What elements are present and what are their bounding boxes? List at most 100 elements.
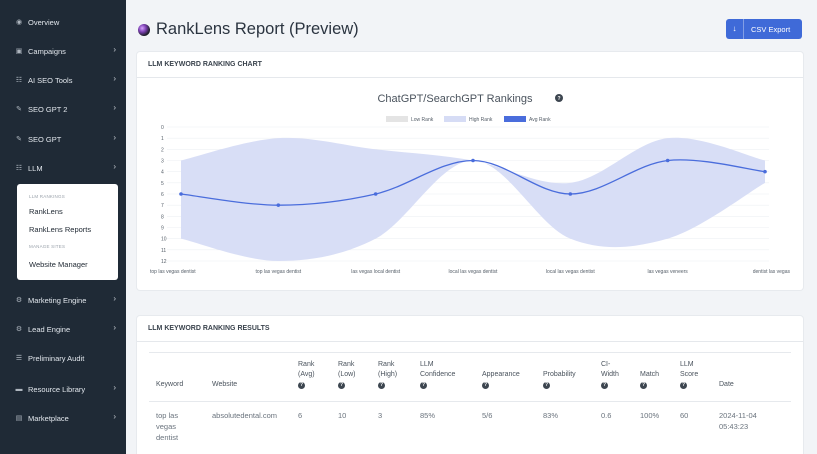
legend-label: High Rank — [469, 117, 493, 123]
csv-export-label: CSV Export — [751, 24, 791, 34]
header-text — [719, 360, 734, 370]
header-text: ? — [640, 380, 659, 390]
y-tick-label: 5 — [161, 181, 164, 187]
sidebar-item-marketing-engine[interactable]: ⚙ Marketing Engine › — [0, 289, 126, 311]
avg-rank-point — [568, 192, 573, 196]
header-text: ? — [298, 380, 315, 390]
table-cell: 2024-11-04 05:43:23 — [719, 410, 757, 432]
x-tick-label: las vegas local dentist — [351, 269, 401, 275]
x-tick-label: local las vegas dentist — [449, 269, 499, 275]
help-icon[interactable]: ? — [640, 382, 647, 389]
help-icon[interactable]: ? — [680, 382, 687, 389]
chart-help-icon[interactable]: ? — [555, 94, 563, 102]
header-text: Rank — [378, 361, 395, 368]
gears-icon: ⚙ — [15, 297, 23, 304]
y-tick-label: 2 — [161, 147, 164, 153]
sidebar-item-label: Marketplace — [28, 413, 69, 423]
table-header-cell: Rank (Low)? — [338, 360, 356, 390]
header-text: ? — [680, 380, 698, 390]
help-icon[interactable]: ? — [378, 382, 385, 389]
x-axis-ticks: top las vegas dentist top las vegas denti… — [150, 269, 790, 275]
sidebar-item-lead-engine[interactable]: ⚙ Lead Engine › — [0, 318, 126, 340]
header-text: ? — [338, 380, 356, 390]
cell-text: 2024-11-04 — [719, 411, 757, 420]
llm-submenu: LLM RANKINGS RankLens RankLens Reports M… — [17, 184, 118, 280]
cell-text: 10 — [338, 411, 347, 420]
header-text — [156, 370, 183, 380]
chevron-right-icon: › — [113, 294, 116, 303]
edit-icon: ✎ — [16, 106, 22, 113]
sidebar-item-seo-gpt-2[interactable]: ✎ SEO GPT 2 › — [0, 98, 126, 120]
sidebar-item-ai-seo-tools[interactable]: ☷ AI SEO Tools › — [0, 69, 126, 91]
header-text — [719, 370, 734, 380]
table-header-cell: Match? — [640, 360, 659, 390]
sidebar-item-preliminary-audit[interactable]: ☰ Preliminary Audit — [0, 347, 126, 369]
chart-title: ChatGPT/SearchGPT Rankings — [377, 93, 533, 105]
x-tick-label: top las vegas dentist — [150, 269, 196, 275]
download-arrow-icon: ↓ — [726, 19, 744, 39]
chevron-right-icon: › — [113, 133, 116, 142]
table-header-cell: Keyword — [156, 360, 183, 390]
header-text: (Low) — [338, 371, 356, 378]
submenu-link-ranklens[interactable]: RankLens — [29, 207, 63, 216]
sidebar-item-campaigns[interactable]: ▣ Campaigns › — [0, 40, 126, 62]
avg-rank-point — [471, 158, 475, 163]
table-header-cell: Rank (High)? — [378, 360, 397, 390]
sidebar-item-seo-gpt[interactable]: ✎ SEO GPT › — [0, 128, 126, 150]
legend-label: Low Rank — [411, 117, 434, 123]
header-text: ? — [420, 380, 455, 390]
csv-export-button[interactable]: ↓ CSV Export — [726, 19, 802, 39]
list-icon: ☰ — [15, 355, 23, 362]
avg-rank-point — [763, 169, 767, 174]
sidebar-item-label: Marketing Engine — [28, 295, 87, 305]
svg-text:?: ? — [557, 96, 560, 102]
y-tick-label: 8 — [161, 214, 164, 220]
chevron-right-icon: › — [113, 412, 116, 421]
header-text: Probability — [543, 371, 576, 378]
sidebar-item-marketplace[interactable]: ▤ Marketplace › — [0, 407, 126, 429]
table-header-cell: CI- Width? — [601, 360, 619, 390]
sidebar: ◉ Overview ▣ Campaigns › ☷ AI SEO Tools … — [0, 0, 126, 454]
header-text: CI- — [601, 361, 611, 368]
header-text: Match — [640, 371, 660, 378]
table-cell: 100% — [640, 410, 659, 421]
header-text: Date — [719, 381, 734, 388]
table-cell: 5/6 — [482, 410, 492, 421]
table-header-cell: Probability? — [543, 360, 576, 390]
y-tick-label: 6 — [161, 192, 164, 198]
eye-icon: ◉ — [15, 19, 23, 26]
help-icon[interactable]: ? — [482, 382, 489, 389]
table-divider — [149, 401, 791, 402]
sidebar-item-overview[interactable]: ◉ Overview — [0, 11, 126, 33]
header-text: ? — [378, 380, 397, 390]
sidebar-item-resource-library[interactable]: ▬ Resource Library › — [0, 378, 126, 400]
sidebar-item-label: Lead Engine — [28, 324, 71, 334]
header-text: Width — [601, 371, 619, 378]
help-icon[interactable]: ? — [601, 382, 608, 389]
folder-icon: ▬ — [15, 385, 23, 393]
high-rank-band — [181, 137, 765, 261]
help-icon[interactable]: ? — [338, 382, 345, 389]
help-icon[interactable]: ? — [298, 382, 305, 389]
table-cell: 60 — [680, 410, 688, 421]
cell-text: 100% — [640, 411, 660, 420]
header-text — [156, 360, 183, 370]
y-tick-label: 4 — [161, 170, 164, 176]
chevron-right-icon: › — [113, 103, 116, 112]
table-cell: 85% — [420, 410, 435, 421]
sidebar-item-llm[interactable]: ☷ LLM › — [0, 157, 126, 179]
submenu-link-website-manager[interactable]: Website Manager — [29, 260, 88, 269]
header-text — [212, 360, 237, 370]
help-icon[interactable]: ? — [543, 382, 550, 389]
table-cell: 3 — [378, 410, 382, 421]
header-text: Appearance — [482, 371, 520, 378]
header-text: Rank — [338, 361, 355, 368]
store-icon: ▤ — [15, 415, 23, 422]
y-tick-label: 0 — [161, 125, 164, 131]
cell-text: absolutedental.com — [212, 411, 278, 420]
x-tick-label: las vegas veneers — [648, 269, 689, 275]
y-tick-label: 11 — [161, 248, 166, 254]
help-icon[interactable]: ? — [420, 382, 427, 389]
submenu-link-ranklens-reports[interactable]: RankLens Reports — [29, 225, 91, 234]
header-text: ? — [482, 380, 520, 390]
